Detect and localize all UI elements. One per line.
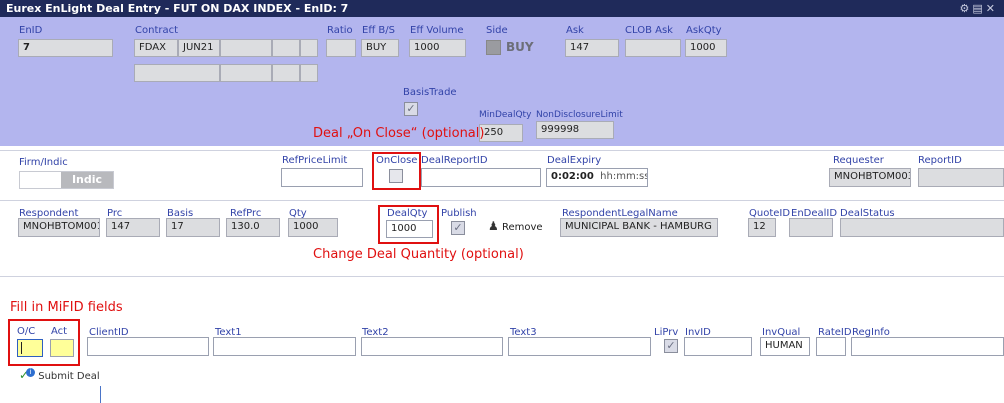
refpricelimit-input[interactable] (281, 168, 363, 187)
invqual-input[interactable]: HUMAN (760, 337, 810, 356)
user-icon: ♟ (488, 219, 499, 233)
dealexpiry-hint: hh:mm:ss (600, 171, 648, 182)
legalname-field: MUNICIPAL BANK - HAMBURG (560, 218, 718, 237)
prc-field: 147 (106, 218, 160, 237)
requester-field: MNOHBTOM003 (829, 168, 911, 187)
firm-indic-toggle[interactable]: Indic (19, 171, 114, 189)
contract-field-3 (220, 39, 272, 57)
divider (100, 386, 101, 403)
onclose-annotation: Deal „On Close“ (optional) (313, 126, 485, 141)
clobask-field (625, 39, 681, 57)
onclose-checkbox[interactable] (389, 169, 403, 183)
reportid-label: ReportID (918, 155, 962, 166)
basistrade-label: BasisTrade (403, 87, 457, 98)
window-title: Eurex EnLight Deal Entry - FUT ON DAX IN… (6, 2, 349, 15)
basistrade-checkbox[interactable] (404, 102, 418, 116)
effvol-field: 1000 (409, 39, 466, 57)
askqty-field: 1000 (685, 39, 727, 57)
act-label: Act (51, 326, 68, 337)
ratio-field (326, 39, 356, 57)
divider (0, 276, 1004, 277)
act-input[interactable] (50, 339, 74, 357)
invid-input[interactable] (684, 337, 752, 356)
text2-input[interactable] (361, 337, 503, 356)
dealexpiry-input[interactable]: 0:02:00 hh:mm:ss (546, 168, 648, 187)
submit-deal-button[interactable]: ✓i Submit Deal (19, 368, 100, 384)
remove-label: Remove (501, 222, 543, 233)
effbs-field: BUY (361, 39, 399, 57)
dealstatus-field (840, 218, 1004, 237)
firm-indic-label: Firm/Indic (19, 157, 68, 168)
ratio-label: Ratio (327, 25, 353, 36)
publish-label: Publish (441, 208, 477, 219)
ask-field: 147 (565, 39, 619, 57)
endealid-field (789, 218, 833, 237)
contract-expiry-field: JUN21 (178, 39, 220, 57)
dealreportid-label: DealReportID (421, 155, 488, 166)
contract-field-5 (300, 39, 318, 57)
mifid-annotation: Fill in MiFID fields (10, 300, 123, 315)
dealqty-label: DealQty (387, 208, 428, 219)
ask-label: Ask (566, 25, 584, 36)
mindealqty-label: MinDealQty (479, 110, 532, 120)
text-cursor (21, 342, 22, 354)
liprv-checkbox[interactable] (664, 339, 678, 353)
contract-leg2-field-2 (220, 64, 272, 82)
qty-field: 1000 (288, 218, 338, 237)
info-icon: i (26, 368, 36, 377)
contract-leg2-field-4 (300, 64, 318, 82)
close-icon[interactable]: ✕ (986, 2, 998, 15)
contract-label: Contract (135, 25, 179, 36)
dealreportid-input[interactable] (421, 168, 541, 187)
clientid-input[interactable] (87, 337, 209, 356)
dealexpiry-label: DealExpiry (547, 155, 602, 166)
publish-checkbox[interactable] (451, 221, 465, 235)
nondisclosure-label: NonDisclosureLimit (536, 110, 623, 120)
askqty-label: AskQty (686, 25, 722, 36)
side-swatch[interactable] (486, 40, 501, 55)
nondisclosure-field: 999998 (536, 121, 614, 139)
remove-button[interactable]: ♟ Remove (488, 219, 548, 235)
enid-field: 7 (18, 39, 113, 57)
indic-value: Indic (61, 172, 113, 188)
contract-field-4 (272, 39, 300, 57)
side-value: BUY (506, 40, 534, 54)
restore-icon[interactable]: ▤ (972, 2, 985, 15)
dealexpiry-value: 0:02:00 (551, 171, 594, 182)
oc-label: O/C (17, 326, 36, 337)
basis-field: 17 (166, 218, 220, 237)
liprv-label: LiPrv (654, 327, 679, 338)
window-controls[interactable]: ⚙▤✕ (960, 0, 999, 17)
contract-product-field: FDAX (134, 39, 178, 57)
rateid-input[interactable] (816, 337, 846, 356)
settings-icon[interactable]: ⚙ (960, 2, 973, 15)
respondent-field: MNOHBTOM001 (18, 218, 100, 237)
clobask-label: CLOB Ask (625, 25, 673, 36)
mindealqty-field: 250 (479, 124, 523, 142)
quoteid-field: 12 (748, 218, 776, 237)
divider (0, 200, 1004, 201)
enid-label: EnID (19, 25, 43, 36)
reginfo-input[interactable] (851, 337, 1004, 356)
refpricelimit-label: RefPriceLimit (282, 155, 348, 166)
refprc-field: 130.0 (226, 218, 280, 237)
text1-input[interactable] (213, 337, 356, 356)
dealqty-input[interactable]: 1000 (386, 220, 433, 238)
text3-input[interactable] (508, 337, 651, 356)
divider (0, 150, 1004, 151)
window-titlebar: Eurex EnLight Deal Entry - FUT ON DAX IN… (0, 0, 1004, 17)
effbs-label: Eff B/S (362, 25, 395, 36)
contract-leg2-field-3 (272, 64, 300, 82)
side-label: Side (486, 25, 508, 36)
reportid-field (918, 168, 1004, 187)
contract-leg2-field-1 (134, 64, 220, 82)
requester-label: Requester (833, 155, 884, 166)
submit-deal-label: Submit Deal (38, 371, 100, 382)
effvol-label: Eff Volume (410, 25, 464, 36)
dealqty-annotation: Change Deal Quantity (optional) (313, 247, 524, 262)
